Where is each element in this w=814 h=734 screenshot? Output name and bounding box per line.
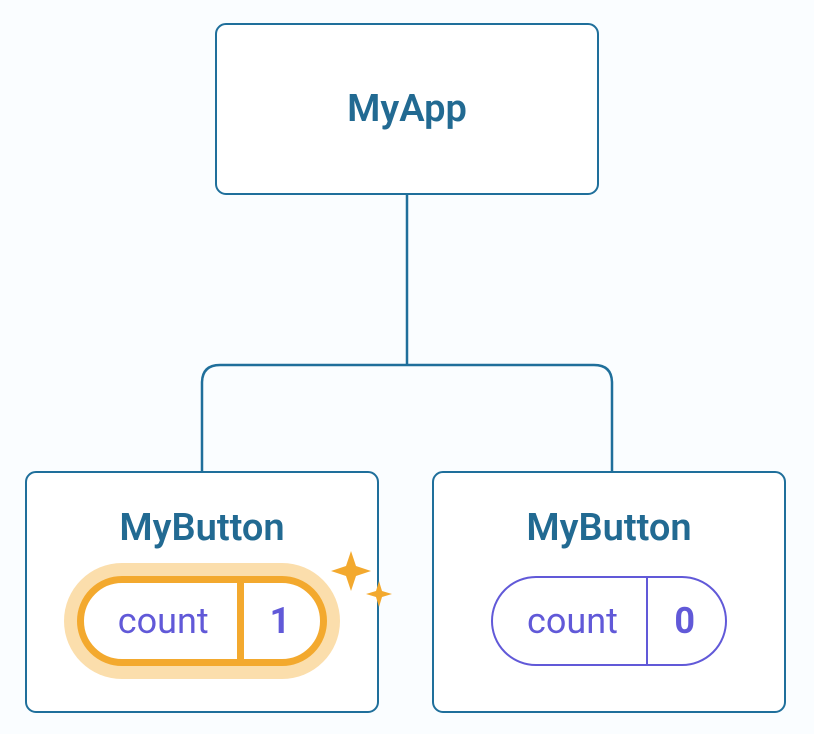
state-value: 0	[648, 578, 725, 664]
state-label: count	[493, 578, 646, 664]
sparkle-icon	[329, 549, 399, 619]
state-pill: count 0	[491, 576, 727, 666]
state-label: count	[84, 583, 237, 659]
state-pill-highlighted: count 1	[77, 576, 328, 666]
node-root: MyApp	[215, 23, 599, 195]
state-value: 1	[244, 583, 321, 659]
root-title: MyApp	[347, 87, 467, 131]
child-title: MyButton	[526, 506, 691, 550]
node-child-left: MyButton count 1	[25, 471, 379, 713]
node-child-right: MyButton count 0	[432, 471, 786, 713]
child-title: MyButton	[119, 506, 284, 550]
pill-wrap: count 1	[77, 576, 328, 666]
pill-divider	[237, 583, 244, 659]
